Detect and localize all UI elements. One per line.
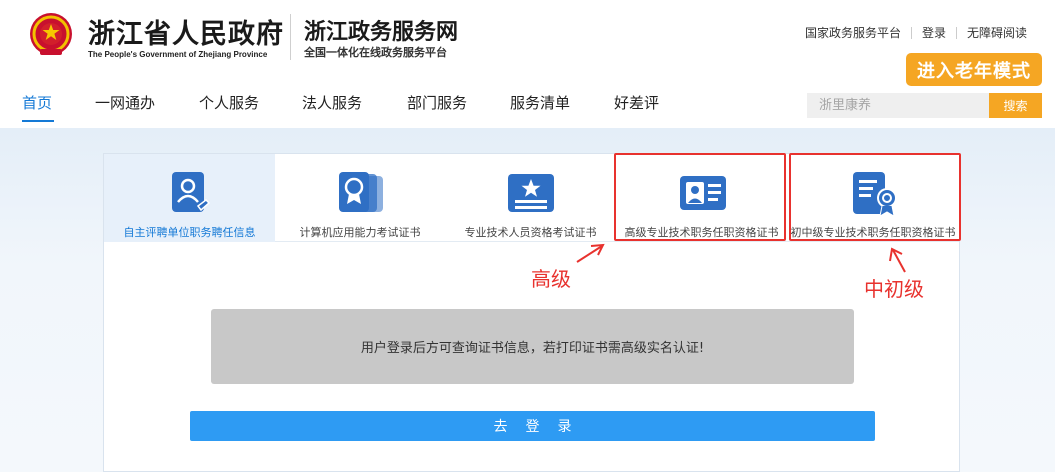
tab-label: 自主评聘单位职务聘任信息 — [123, 226, 256, 239]
top-links: 国家政务服务平台 登录 无障碍阅读 — [805, 24, 1027, 41]
gov-name-en: The People's Government of Zhejiang Prov… — [88, 50, 268, 59]
tab-label: 计算机应用能力考试证书 — [299, 226, 421, 239]
star-card-icon — [508, 174, 554, 212]
nav-item-personal[interactable]: 个人服务 — [199, 92, 259, 113]
search-button[interactable]: 搜索 — [989, 93, 1042, 118]
tab-computer-cert[interactable]: 计算机应用能力考试证书 — [275, 154, 445, 242]
search-input[interactable] — [807, 93, 989, 118]
nav-item-one-stop[interactable]: 一网通办 — [95, 92, 155, 113]
tab-self-appointment-info[interactable]: 自主评聘单位职务聘任信息 — [104, 154, 275, 242]
nav-item-service-list[interactable]: 服务清单 — [510, 92, 570, 113]
annotation-label-junior: 中初级 — [864, 277, 924, 301]
link-divider — [955, 26, 957, 39]
link-accessibility[interactable]: 无障碍阅读 — [967, 24, 1027, 41]
elder-mode-button[interactable]: 进入老年模式 — [906, 53, 1042, 86]
nav-item-department[interactable]: 部门服务 — [407, 92, 467, 113]
certificate-badge-icon — [339, 172, 383, 212]
annotation-label-senior: 高级 — [531, 267, 571, 291]
tab-professional-exam-cert[interactable]: 专业技术人员资格考试证书 — [445, 154, 616, 242]
gov-name: 浙江省人民政府 — [88, 19, 284, 50]
login-notice: 用户登录后方可查询证书信息，若打印证书需高级实名认证! — [211, 309, 854, 384]
link-national-platform[interactable]: 国家政务服务平台 — [805, 24, 901, 41]
nav-item-home[interactable]: 首页 — [22, 92, 52, 113]
site-subtitle: 全国一体化在线政务服务平台 — [304, 46, 447, 59]
highlight-box-senior — [614, 153, 786, 241]
title-divider — [290, 14, 291, 60]
link-login[interactable]: 登录 — [922, 24, 946, 41]
national-emblem-icon — [30, 13, 72, 55]
login-button[interactable]: 去登录 — [190, 411, 875, 441]
site-name[interactable]: 浙江政务服务网 — [304, 14, 458, 46]
nav-item-rating[interactable]: 好差评 — [614, 92, 659, 113]
user-document-icon — [172, 172, 211, 212]
nav-active-underline — [22, 120, 54, 122]
highlight-box-junior — [789, 153, 961, 241]
nav-item-legal-entity[interactable]: 法人服务 — [302, 92, 362, 113]
tab-label: 专业技术人员资格考试证书 — [464, 226, 597, 239]
link-divider — [910, 26, 912, 39]
page-root: 浙江省人民政府 The People's Government of Zheji… — [0, 0, 1055, 472]
